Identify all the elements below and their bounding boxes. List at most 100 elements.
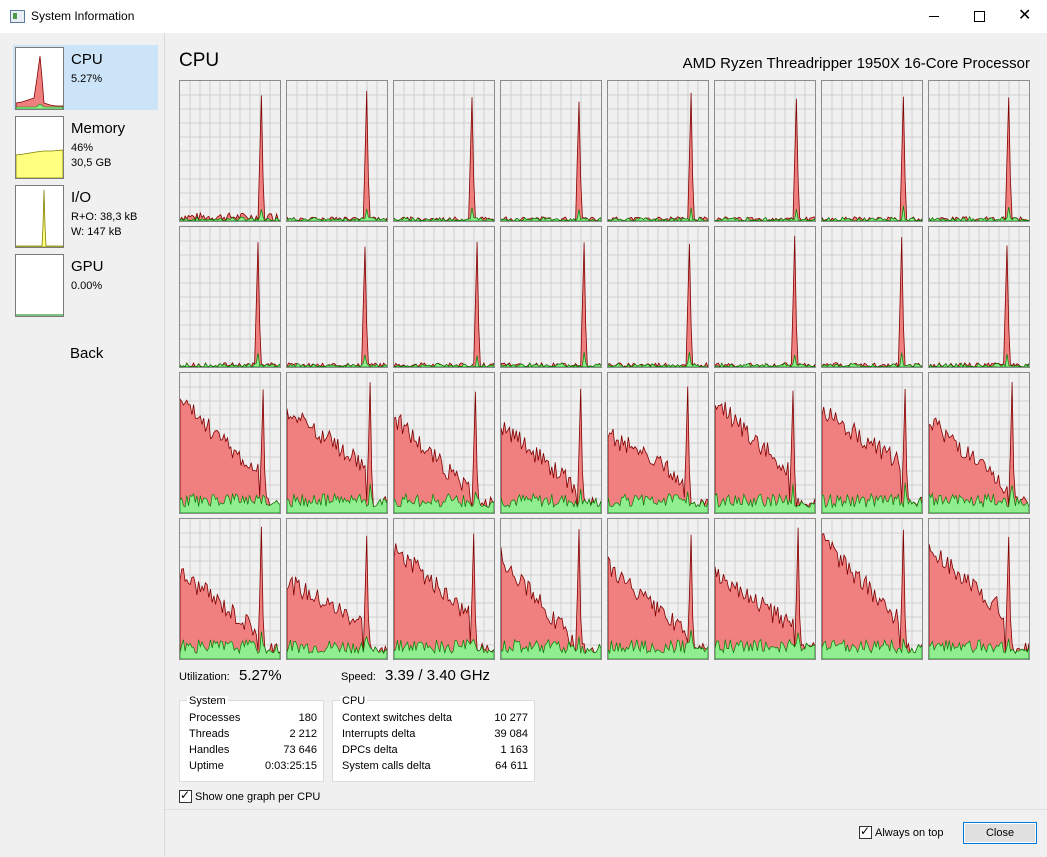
stat-value: 180 bbox=[298, 712, 317, 724]
cpu-core-chart bbox=[822, 81, 922, 221]
cpu-core-graph bbox=[607, 518, 709, 660]
cpu-core-chart bbox=[501, 373, 601, 513]
cpu-core-chart bbox=[180, 227, 280, 367]
cpu-core-graph bbox=[500, 518, 602, 660]
close-icon: ✕ bbox=[1018, 5, 1032, 24]
cpu-core-chart bbox=[608, 81, 708, 221]
cpu-core-chart bbox=[501, 81, 601, 221]
cpu-core-graph bbox=[179, 80, 281, 222]
cpu-core-graph bbox=[821, 226, 923, 368]
sidebar-item-value: R+O: 38,3 kB bbox=[71, 211, 138, 223]
sidebar-item-label: CPU bbox=[71, 51, 103, 68]
cpu-core-graph bbox=[179, 226, 281, 368]
back-link[interactable]: Back bbox=[70, 345, 103, 362]
cpu-core-graph bbox=[714, 518, 816, 660]
stat-value: 2 212 bbox=[289, 728, 317, 740]
cpu-core-graph bbox=[286, 518, 388, 660]
stat-label: Handles bbox=[189, 744, 230, 756]
sidebar-item-memory[interactable]: Memory 46% 30,5 GB bbox=[13, 114, 158, 179]
sidebar-item-io[interactable]: I/O R+O: 38,3 kB W: 147 kB bbox=[13, 183, 158, 248]
stat-label: DPCs delta bbox=[342, 744, 398, 756]
sidebar-item-label: GPU bbox=[71, 258, 104, 275]
utilization-label: Utilization: bbox=[179, 671, 230, 683]
cpu-core-graph bbox=[607, 80, 709, 222]
cpu-core-graph bbox=[393, 372, 495, 514]
cpu-core-graph bbox=[393, 518, 495, 660]
cpu-core-chart bbox=[287, 519, 387, 659]
cpu-core-chart bbox=[929, 81, 1029, 221]
close-button[interactable]: Close bbox=[963, 822, 1037, 844]
cpu-core-chart bbox=[929, 373, 1029, 513]
always-on-top-label[interactable]: Always on top bbox=[875, 827, 943, 839]
sidebar-item-value: 46% bbox=[71, 142, 94, 154]
window-close-button[interactable]: ✕ bbox=[1001, 0, 1047, 33]
cpu-core-chart bbox=[715, 81, 815, 221]
cpu-core-graph bbox=[286, 372, 388, 514]
sidebar-item-label: I/O bbox=[71, 189, 92, 206]
processor-name: AMD Ryzen Threadripper 1950X 16-Core Pro… bbox=[682, 55, 1030, 72]
cpu-stats-group: CPU Context switches delta 10 277 Interr… bbox=[332, 696, 535, 782]
cpu-core-chart bbox=[715, 227, 815, 367]
memory-thumbnail-graph bbox=[15, 116, 64, 179]
stat-label: Uptime bbox=[189, 760, 224, 772]
cpu-core-chart bbox=[394, 519, 494, 659]
minimize-button[interactable] bbox=[911, 0, 957, 33]
sidebar-item-value: 30,5 GB bbox=[71, 157, 112, 169]
sidebar-item-value: 5.27% bbox=[71, 73, 103, 85]
cpu-core-chart bbox=[822, 519, 922, 659]
speed-label: Speed: bbox=[341, 671, 376, 683]
io-thumbnail-graph bbox=[15, 185, 64, 248]
always-on-top-checkbox[interactable] bbox=[859, 824, 872, 839]
sidebar-item-value: W: 147 kB bbox=[71, 226, 122, 238]
cpu-core-graph bbox=[286, 226, 388, 368]
cpu-core-chart bbox=[180, 81, 280, 221]
stat-value: 1 163 bbox=[500, 744, 528, 756]
cpu-core-chart bbox=[394, 373, 494, 513]
cpu-core-chart bbox=[929, 227, 1029, 367]
cpu-core-chart bbox=[715, 519, 815, 659]
sidebar-item-cpu[interactable]: CPU 5.27% bbox=[13, 45, 158, 110]
cpu-core-graph bbox=[928, 226, 1030, 368]
speed-value: 3.39 / 3.40 GHz bbox=[385, 667, 491, 684]
cpu-core-chart bbox=[822, 227, 922, 367]
sidebar: CPU 5.27% Memory 46% 30,5 GB I/O R+O: 38… bbox=[0, 33, 165, 856]
maximize-button[interactable] bbox=[956, 0, 1002, 33]
cpu-thumbnail-graph bbox=[15, 47, 64, 110]
cpu-core-graph bbox=[607, 226, 709, 368]
cpu-core-chart bbox=[180, 373, 280, 513]
cpu-core-chart bbox=[501, 227, 601, 367]
one-graph-per-cpu-checkbox[interactable] bbox=[179, 788, 192, 803]
cpu-core-chart bbox=[287, 227, 387, 367]
stat-label: System calls delta bbox=[342, 760, 431, 772]
system-group: System Processes 180 Threads 2 212 Handl… bbox=[179, 696, 324, 782]
stat-value: 10 277 bbox=[494, 712, 528, 724]
stat-value: 0:03:25:15 bbox=[265, 760, 317, 772]
cpu-core-graph bbox=[714, 372, 816, 514]
cpu-core-chart bbox=[180, 519, 280, 659]
stat-value: 73 646 bbox=[283, 744, 317, 756]
page-title: CPU bbox=[179, 50, 220, 71]
title-bar: System Information ✕ bbox=[0, 0, 1047, 33]
one-graph-per-cpu-label[interactable]: Show one graph per CPU bbox=[195, 791, 320, 803]
cpu-core-graph bbox=[286, 80, 388, 222]
cpu-core-graph bbox=[500, 80, 602, 222]
cpu-core-chart bbox=[501, 519, 601, 659]
stat-label: Context switches delta bbox=[342, 712, 453, 724]
cpu-core-graph bbox=[179, 518, 281, 660]
cpu-core-chart bbox=[287, 81, 387, 221]
core-graph-grid bbox=[179, 80, 1035, 662]
cpu-core-graph bbox=[928, 518, 1030, 660]
cpu-core-chart bbox=[394, 81, 494, 221]
window-title: System Information bbox=[31, 9, 135, 23]
sidebar-item-gpu[interactable]: GPU 0.00% bbox=[13, 252, 158, 317]
cpu-core-chart bbox=[715, 373, 815, 513]
cpu-core-graph bbox=[714, 226, 816, 368]
stat-label: Threads bbox=[189, 728, 230, 740]
cpu-core-chart bbox=[929, 519, 1029, 659]
stat-value: 39 084 bbox=[494, 728, 528, 740]
utilization-value: 5.27% bbox=[239, 667, 282, 684]
cpu-core-graph bbox=[500, 372, 602, 514]
cpu-core-chart bbox=[608, 227, 708, 367]
cpu-core-graph bbox=[821, 80, 923, 222]
cpu-core-graph bbox=[821, 518, 923, 660]
